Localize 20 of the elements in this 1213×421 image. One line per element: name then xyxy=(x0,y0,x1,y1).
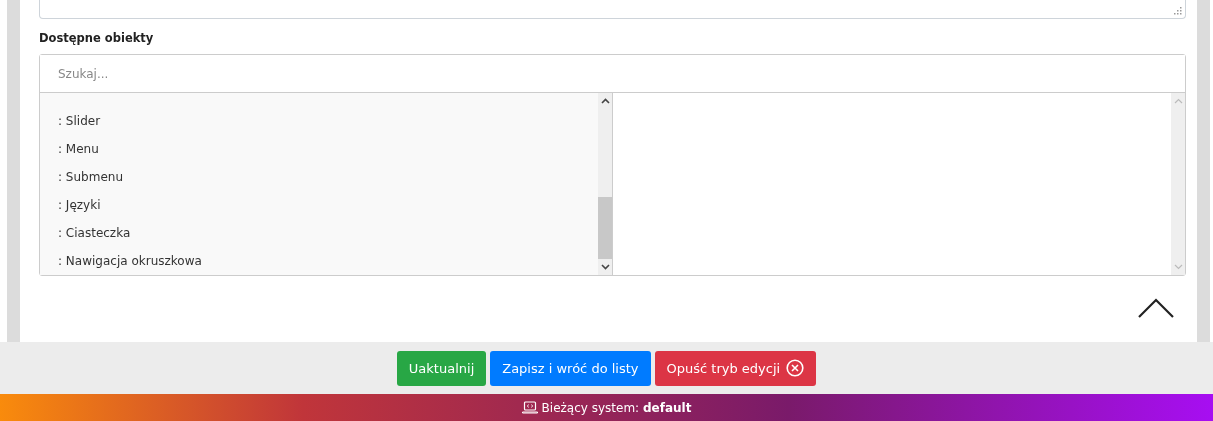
scrollbar[interactable] xyxy=(598,93,612,275)
status-text: Bieżący system: default xyxy=(541,400,692,415)
scroll-down-icon[interactable] xyxy=(600,264,610,270)
list-item[interactable]: : Slider xyxy=(40,107,598,135)
scrollbar-thumb[interactable] xyxy=(598,197,612,259)
search-field[interactable]: Szukaj... xyxy=(40,55,1185,93)
list-item[interactable]: : Nawigacja okruszkowa xyxy=(40,247,598,275)
action-button[interactable]: Zapisz i wróć do listy xyxy=(490,350,651,386)
list-item[interactable]: : Języki xyxy=(40,191,598,219)
resize-grip-icon[interactable] xyxy=(1174,7,1182,15)
list-item[interactable]: : Menu xyxy=(40,135,598,163)
close-icon xyxy=(786,359,805,377)
scroll-up-icon[interactable] xyxy=(600,98,610,104)
list-item[interactable]: : Submenu xyxy=(40,163,598,191)
list-item[interactable]: : Ciasteczka xyxy=(40,219,598,247)
text-area[interactable] xyxy=(39,0,1186,19)
laptop-icon xyxy=(521,401,538,414)
section-label: Dostępne obiekty xyxy=(39,31,155,45)
chevron-up-icon[interactable] xyxy=(1138,298,1174,318)
action-button[interactable]: Opuść tryb edycji xyxy=(654,350,817,386)
